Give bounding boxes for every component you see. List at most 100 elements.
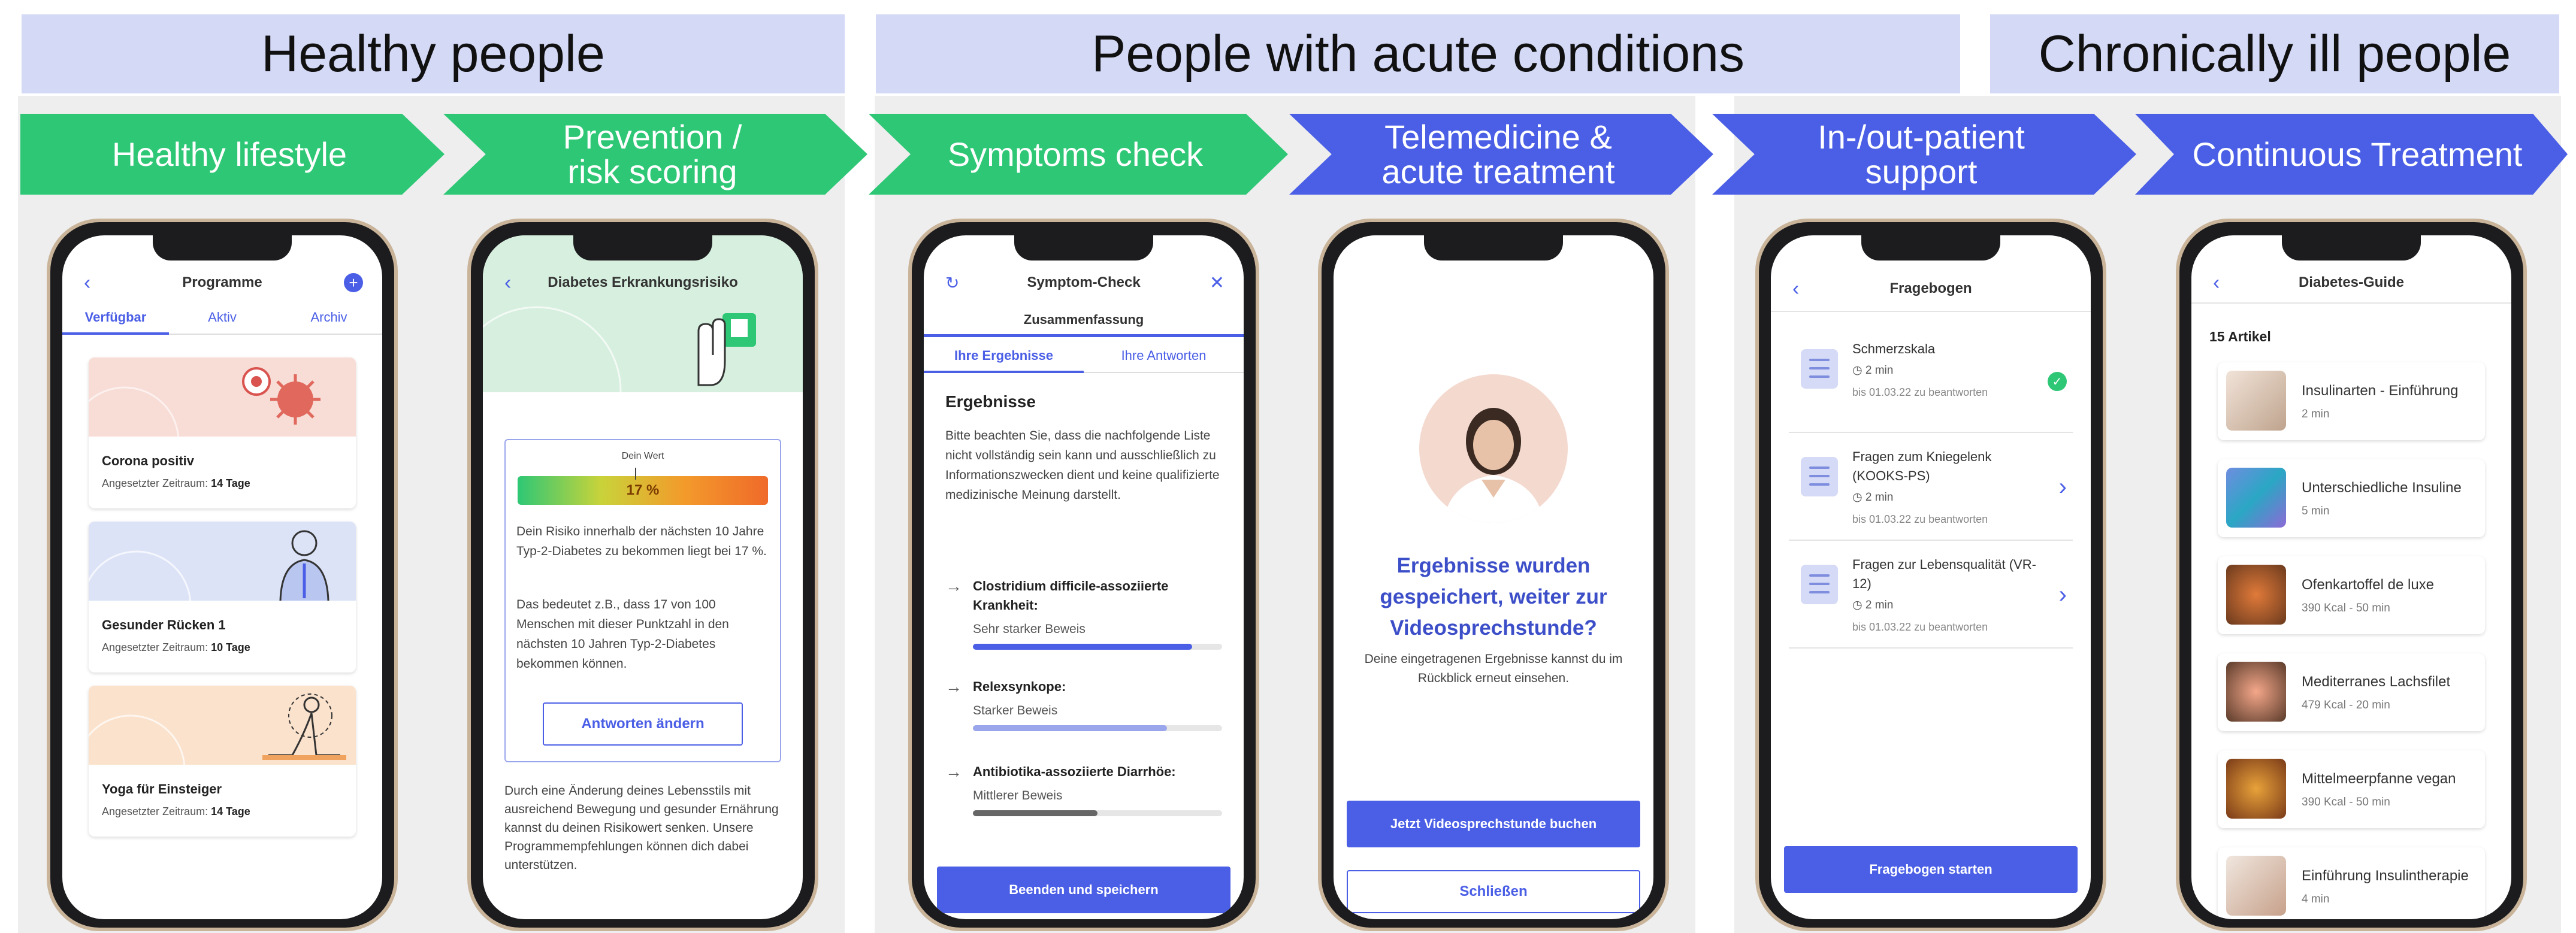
result-name: Antibiotika-assoziierte Diarrhöe: [973,764,1176,779]
card-title: Gesunder Rücken 1 [102,617,226,632]
phone-notch [1861,235,2000,260]
nav-bar: ‹ Fragebogen [1771,274,2091,304]
phone-notch [2282,235,2421,260]
program-card[interactable]: Yoga für Einsteiger Angesetzter Zeitraum… [89,686,356,837]
questionnaire-info: Schmerzskala ◷ 2 min bis 01.03.22 zu bea… [1852,340,2043,402]
evidence-bar [973,810,1222,816]
questionnaire-title: Fragen zur Lebensqualität (VR-12) [1852,557,2036,591]
insulin-types-thumbnail [2226,468,2286,528]
tab-aktiv[interactable]: Aktiv [169,302,276,335]
yoga-illustration [89,686,356,825]
phone-telemedicine: Ergebnisse wurden gespeichert, weiter zu… [1318,219,1669,931]
salmon-thumbnail [2226,662,2286,722]
baked-potato-thumbnail [2226,565,2286,625]
divider [2191,302,2511,304]
article-item[interactable]: Mittelmeerpfanne vegan 390 Kcal - 50 min [2218,750,2485,828]
completed-check-icon: ✓ [2048,372,2067,391]
divider [1771,311,2091,312]
phone-notch [1014,235,1153,260]
phone-notch [153,235,292,260]
group-header-healthy: Healthy people [22,14,845,93]
disclaimer-text: Bitte beachten Sie, dass die nachfolgend… [945,429,1220,502]
questionnaire-item[interactable]: Fragen zur Lebensqualität (VR-12) ◷ 2 mi… [1789,541,2073,649]
virus-icon [89,367,321,496]
arrow-right-icon: → [945,577,962,595]
back-icon[interactable]: ‹ [1792,277,1799,301]
change-answers-button[interactable]: Antworten ändern [543,702,743,746]
saved-headline: Ergebnisse wurden gespeichert, weiter zu… [1380,554,1607,640]
add-button[interactable]: + [344,273,363,292]
article-item[interactable]: Unterschiedliche Insuline 5 min [2218,459,2485,537]
refresh-icon[interactable]: ↻ [945,273,959,293]
close-icon[interactable]: ✕ [1210,272,1224,293]
tab-bar: Ihre Ergebnisse Ihre Antworten [924,341,1244,373]
questionnaire-icon [1801,349,1838,389]
summary-header: Zusammenfassung [924,305,1244,337]
article-item[interactable]: Mediterranes Lachsfilet 479 Kcal - 20 mi… [2218,653,2485,731]
page-title: Fragebogen [1889,280,1972,296]
article-item[interactable]: Ofenkartoffel de luxe 390 Kcal - 50 min [2218,556,2485,634]
questionnaire-time: ◷ 2 min [1852,364,1894,377]
tab-archiv[interactable]: Archiv [276,302,382,335]
back-icon[interactable]: ‹ [84,271,90,295]
back-icon[interactable]: ‹ [2213,271,2220,295]
result-item[interactable]: → Antibiotika-assoziierte Diarrhöe: Mitt… [945,762,1222,816]
program-card[interactable]: Corona positiv Angesetzter Zeitraum: 14 … [89,358,356,508]
article-meta: 5 min [2302,505,2330,517]
result-item[interactable]: → Clostridium difficile-assoziierte Kran… [945,577,1222,650]
doctor-portrait-icon [1443,408,1544,523]
phone-screen: Ergebnisse wurden gespeichert, weiter zu… [1334,235,1653,919]
arrow-right-icon: → [945,677,962,696]
risk-gauge: 17 % [518,468,768,505]
group-header-chronic: Chronically ill people [1990,14,2559,93]
phone-screen: ‹ Fragebogen Schmerzskala ◷ 2 min bis 01… [1771,235,2091,919]
veggie-pan-thumbnail [2226,759,2286,819]
nav-bar: ↻ Symptom-Check ✕ [924,268,1244,298]
card-title: Yoga für Einsteiger [102,781,222,796]
group-header-acute: People with acute conditions [876,14,1960,93]
gauge-label: Dein Wert [621,451,664,461]
page-title: Programme [182,274,262,290]
tab-results[interactable]: Ihre Ergebnisse [924,341,1084,373]
questionnaire-item[interactable]: Schmerzskala ◷ 2 min bis 01.03.22 zu bea… [1789,325,2073,433]
article-meta: 390 Kcal - 50 min [2302,796,2390,808]
result-name: Relexsynkope: [973,679,1066,694]
article-item[interactable]: Insulinarten - Einführung 2 min [2218,362,2485,440]
questionnaire-info: Fragen zur Lebensqualität (VR-12) ◷ 2 mi… [1852,555,2043,637]
result-evidence: Mittlerer Beweis [973,789,1063,802]
clock-icon: ◷ [1852,491,1863,504]
article-meta: 479 Kcal - 20 min [2302,699,2390,711]
questionnaire-info: Fragen zum Kniegelenk (KOOKS-PS) ◷ 2 min… [1852,447,2043,529]
tab-answers[interactable]: Ihre Antworten [1084,341,1244,373]
close-button[interactable]: Schließen [1347,870,1640,913]
program-card[interactable]: Gesunder Rücken 1 Angesetzter Zeitraum: … [89,522,356,673]
phone-diabetes-risk: ‹ Diabetes Erkrankungsrisiko Dein Wert 1… [467,219,818,931]
phone-screen: ‹ Programme + Verfügbar Aktiv Archiv Cor… [62,235,382,919]
phone-screen: ‹ Diabetes-Guide 15 Artikel Insulinarten… [2191,235,2511,919]
article-title: Mittelmeerpfanne vegan [2302,771,2456,787]
article-item[interactable]: Einführung Insulintherapie 4 min [2218,847,2485,919]
back-illustration [89,522,356,661]
doctor-avatar [1419,374,1568,523]
result-item[interactable]: → Relexsynkope: Starker Beweis [945,677,1222,731]
phone-screen: ↻ Symptom-Check ✕ Zusammenfassung Ihre E… [924,235,1244,919]
article-count: 15 Artikel [2209,329,2271,344]
page-title: Diabetes Erkrankungsrisiko [548,274,738,290]
gauge-value: 17 % [626,482,660,498]
gauge-marker [635,468,637,480]
questionnaire-item[interactable]: Fragen zum Kniegelenk (KOOKS-PS) ◷ 2 min… [1789,433,2073,541]
tab-verfuegbar[interactable]: Verfügbar [62,302,169,335]
article-title: Insulinarten - Einführung [2302,383,2459,399]
lifestyle-text: Durch eine Änderung deines Lebensstils m… [504,784,779,872]
card-period: Angesetzter Zeitraum: 14 Tage [102,477,250,489]
back-icon[interactable]: ‹ [504,271,511,295]
start-questionnaire-button[interactable]: Fragebogen starten [1784,846,2078,893]
article-meta: 2 min [2302,408,2330,420]
finish-save-button[interactable]: Beenden und speichern [937,867,1230,913]
yoga-pose-icon [89,693,346,825]
insulin-pen-thumbnail [2226,371,2286,431]
clock-icon: ◷ [1852,364,1863,377]
saved-text: Deine eingetragenen Ergebnisse kannst du… [1364,652,1623,685]
stage-arrow-telemedicine: Telemedicine & acute treatment [1289,114,1713,195]
book-video-consult-button[interactable]: Jetzt Videosprechstunde buchen [1347,801,1640,847]
